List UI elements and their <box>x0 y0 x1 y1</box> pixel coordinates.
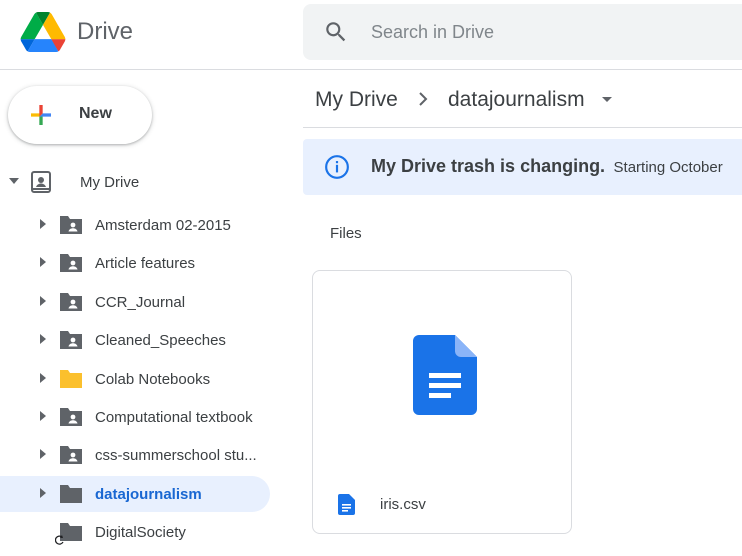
sidebar-item-label: datajournalism <box>95 486 202 503</box>
shared-folder-icon <box>60 216 82 234</box>
files-section-label: Files <box>330 225 362 242</box>
caret-right-icon[interactable] <box>40 373 46 383</box>
sidebar-item-my-drive[interactable]: My Drive <box>0 163 270 201</box>
sidebar-item-label: Computational textbook <box>95 409 253 426</box>
shared-folder-icon <box>60 331 82 349</box>
drive-logo-icon[interactable] <box>20 12 66 52</box>
sidebar-item-label: My Drive <box>80 174 140 191</box>
caret-right-icon[interactable] <box>40 296 46 306</box>
search-icon[interactable] <box>323 19 349 45</box>
folder-icon <box>60 370 82 388</box>
plus-icon <box>31 105 51 125</box>
caret-right-icon[interactable] <box>40 334 46 344</box>
docs-icon <box>338 494 355 515</box>
busy-cursor-icon <box>55 535 64 545</box>
caret-down-icon[interactable] <box>9 178 19 184</box>
sidebar-item-colab-notebooks[interactable]: Colab Notebooks <box>0 361 270 397</box>
breadcrumb: My Drive datajournalism <box>303 70 742 128</box>
drive-app: Drive New My Drive <box>0 0 742 556</box>
search-bar[interactable] <box>303 4 742 60</box>
sidebar-item-article-features[interactable]: Article features <box>0 245 270 281</box>
sidebar-item-datajournalism[interactable]: datajournalism <box>0 476 270 512</box>
chevron-down-icon[interactable] <box>602 97 612 102</box>
sidebar-item-label: Amsterdam 02-2015 <box>95 217 231 234</box>
shared-folder-icon <box>60 293 82 311</box>
search-input[interactable] <box>371 4 742 60</box>
app-title: Drive <box>77 18 134 45</box>
shared-folder-icon <box>60 254 82 272</box>
folder-icon <box>60 485 82 503</box>
breadcrumb-current[interactable]: datajournalism <box>448 88 585 112</box>
sidebar-item-cleaned-speeches[interactable]: Cleaned_Speeches <box>0 322 270 358</box>
file-name: iris.csv <box>380 496 426 513</box>
new-button[interactable]: New <box>8 86 152 144</box>
sidebar-item-label: DigitalSociety <box>95 524 186 541</box>
banner-text: My Drive trash is changing. Starting Oct… <box>371 156 723 177</box>
caret-right-icon[interactable] <box>40 219 46 229</box>
sidebar-item-label: CCR_Journal <box>95 294 186 311</box>
sidebar-item-amsterdam[interactable]: Amsterdam 02-2015 <box>0 207 270 243</box>
sidebar-item-css-summerschool[interactable]: css-summerschool stu... <box>0 437 270 473</box>
breadcrumb-root[interactable]: My Drive <box>315 88 398 112</box>
banner-title: My Drive trash is changing. <box>371 156 606 176</box>
info-icon <box>325 155 349 179</box>
sidebar-item-computational-textbook[interactable]: Computational textbook <box>0 399 270 435</box>
sidebar-item-label: css-summerschool stu... <box>95 447 257 464</box>
caret-right-icon[interactable] <box>40 411 46 421</box>
file-card[interactable]: iris.csv <box>312 270 572 534</box>
sidebar-item-digitalsociety[interactable]: DigitalSociety <box>0 514 270 550</box>
sidebar-item-label: Cleaned_Speeches <box>95 332 226 349</box>
sidebar-item-label: Article features <box>95 255 196 272</box>
top-bar: Drive <box>0 0 742 70</box>
banner-subtitle: Starting October <box>613 159 723 176</box>
caret-right-icon[interactable] <box>40 449 46 459</box>
new-button-label: New <box>79 105 112 122</box>
chevron-right-icon <box>419 92 428 106</box>
sidebar-item-label: Colab Notebooks <box>95 371 211 388</box>
caret-right-icon[interactable] <box>40 257 46 267</box>
caret-right-icon[interactable] <box>40 488 46 498</box>
sidebar-item-ccr-journal[interactable]: CCR_Journal <box>0 284 270 320</box>
my-drive-icon <box>31 171 51 193</box>
docs-icon <box>413 335 477 415</box>
shared-folder-icon <box>60 408 82 426</box>
info-banner: My Drive trash is changing. Starting Oct… <box>303 139 742 195</box>
shared-folder-icon <box>60 446 82 464</box>
